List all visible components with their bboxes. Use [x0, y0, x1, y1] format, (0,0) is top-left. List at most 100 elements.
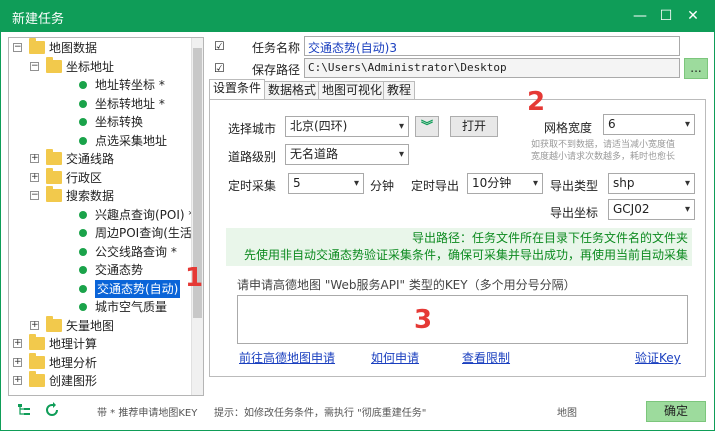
grid-width-select[interactable]: 6 ▾ [603, 114, 695, 135]
key-textarea[interactable] [237, 295, 688, 344]
grid-width-label: 网格宽度 [544, 121, 593, 135]
leaf-dot-icon [79, 136, 87, 145]
tree-item[interactable]: 兴趣点查询(POI) * [9, 206, 194, 224]
maximize-icon[interactable]: ☐ [656, 6, 676, 26]
tree-item[interactable]: 坐标转地址 * [9, 95, 191, 113]
folder-icon [29, 334, 45, 350]
expand-icon[interactable]: + [13, 376, 22, 385]
browse-button[interactable]: ... [684, 58, 708, 79]
how-to-apply-link[interactable]: 如何申请 [371, 349, 419, 366]
marker-3: 3 [414, 305, 433, 335]
tree-item[interactable]: 交通态势(自动) [9, 279, 191, 298]
chevron-down-icon: ▾ [684, 178, 690, 189]
road-level-select[interactable]: 无名道路 ▾ [285, 144, 409, 165]
tree-item-label: 行政区 [66, 170, 103, 185]
tree-item[interactable]: 城市空气质量 [9, 298, 191, 316]
tab-data-format[interactable]: 数据格式 [264, 81, 321, 100]
folder-icon [46, 315, 62, 332]
tree-item-label: 公交线路查询 * [95, 244, 177, 259]
tree-item[interactable]: 地址转坐标 * [9, 76, 191, 94]
tree-item[interactable]: 坐标转换 [9, 113, 191, 131]
tree-item[interactable]: + 交通线路 [9, 149, 191, 168]
chevron-down-icon: ▾ [532, 178, 538, 189]
road-level-label: 道路级别 [228, 150, 277, 164]
city-label: 选择城市 [228, 122, 277, 136]
ok-button[interactable]: 确定 [646, 401, 706, 422]
key-prompt: 请申请高德地图 "Web服务API" 类型的KEY（多个用分号分隔） [237, 278, 576, 292]
tree-item[interactable]: + 行政区 [9, 167, 191, 187]
expand-city-button[interactable]: ︾ [415, 116, 439, 137]
minimize-icon[interactable]: — [630, 6, 650, 26]
export-coord-select[interactable]: GCJ02 ▾ [608, 199, 695, 220]
city-select[interactable]: 北京(四环) ▾ [285, 116, 409, 137]
tree-item[interactable]: + 地理计算 [9, 334, 191, 353]
collapse-icon[interactable]: − [30, 191, 39, 200]
expand-icon[interactable]: + [30, 172, 39, 182]
tree-item[interactable]: 周边POI查询(生活圈) [9, 224, 203, 242]
export-type-label: 导出类型 [550, 179, 599, 193]
tree-item[interactable]: − 地图数据 [9, 38, 191, 57]
expand-icon[interactable]: + [13, 339, 22, 348]
refresh-icon[interactable] [44, 402, 60, 418]
task-tree[interactable]: − 地图数据 − 坐标地址 地址转坐标 * 坐标转地址 * 坐标转换 点选采集地址 + 交通线路 +… [8, 37, 204, 396]
expand-icon[interactable]: + [30, 154, 39, 163]
tree-item-label: 地图数据 [49, 41, 98, 55]
view-limits-link[interactable]: 查看限制 [462, 349, 510, 366]
save-path-input[interactable]: C:\Users\Administrator\Desktop [304, 58, 680, 78]
tree-scrollbar[interactable] [191, 38, 203, 395]
export-coord-value: GCJ02 [613, 202, 650, 216]
leaf-dot-icon [79, 284, 87, 293]
close-icon[interactable]: ✕ [683, 6, 703, 26]
tree-item-label: 搜索数据 [66, 189, 115, 203]
timer-select[interactable]: 5 ▾ [288, 173, 364, 194]
tree-item-label: 交通线路 [66, 152, 115, 166]
tree-item[interactable]: − 搜索数据 [9, 186, 191, 205]
export-path-note: 导出路径：任务文件所在目录下任务文件名的文件夹 [411, 231, 688, 245]
task-name-input[interactable]: 交通态势(自动)3 [304, 36, 680, 56]
apply-key-link[interactable]: 前往高德地图申请 [239, 349, 335, 366]
tree-expand-icon[interactable] [17, 403, 33, 417]
tab-map-visual[interactable]: 地图可视化 [318, 81, 387, 100]
leaf-dot-icon [79, 118, 87, 126]
export-type-value: shp [613, 176, 635, 190]
task-name-checkbox[interactable]: ☑ [214, 40, 226, 52]
verify-key-link[interactable]: 验证Key [635, 349, 681, 366]
leaf-dot-icon [79, 247, 87, 256]
rebuild-tip: 提示：如修改任务条件，需执行 "彻底重建任务" [214, 408, 427, 419]
tree-item[interactable]: 公交线路查询 * [9, 243, 191, 261]
chevron-down-icon: ▾ [684, 204, 690, 215]
collapse-icon[interactable]: − [30, 61, 39, 71]
tree-item-label: 地理分析 [49, 355, 98, 370]
tree-item-label: 地址转坐标 * [95, 78, 165, 92]
tree-item-label: 交通态势 [95, 263, 144, 277]
open-button[interactable]: 打开 [450, 116, 498, 137]
chevron-down-icon: ▾ [684, 119, 690, 130]
marker-2: 2 [527, 87, 546, 117]
save-path-checkbox[interactable]: ☑ [214, 62, 226, 74]
tree-item-label: 地理计算 [49, 337, 98, 351]
city-value: 北京(四环) [290, 119, 348, 133]
tree-item[interactable]: + 矢量地图 [9, 315, 191, 335]
tree-item[interactable]: 点选采集地址 [9, 132, 191, 150]
leaf-dot-icon [79, 210, 87, 219]
export-select[interactable]: 10分钟 ▾ [467, 173, 543, 194]
tab-tutorial[interactable]: 教程 [383, 81, 416, 100]
tree-item[interactable]: + 创建图形 [9, 371, 191, 390]
expand-icon[interactable]: + [13, 357, 22, 367]
tab-conditions[interactable]: 设置条件 [209, 79, 266, 100]
expand-icon[interactable]: + [30, 320, 39, 330]
chevron-down-icon: ▾ [398, 121, 404, 132]
leaf-dot-icon [79, 99, 87, 108]
leaf-dot-icon [79, 229, 87, 237]
collapse-icon[interactable]: − [13, 43, 22, 52]
tree-item[interactable]: 交通态势 [9, 261, 191, 279]
tree-item-label: 坐标地址 [66, 59, 115, 74]
export-type-select[interactable]: shp ▾ [608, 173, 695, 194]
tree-item[interactable]: − 坐标地址 [9, 56, 191, 76]
window-title: 新建任务 [12, 12, 65, 27]
folder-icon [46, 186, 62, 202]
tree-item[interactable]: + 地理分析 [9, 352, 191, 372]
save-path-label: 保存路径 [252, 63, 301, 77]
leaf-dot-icon [79, 303, 87, 311]
tree-item-label: 坐标转地址 * [95, 96, 165, 111]
